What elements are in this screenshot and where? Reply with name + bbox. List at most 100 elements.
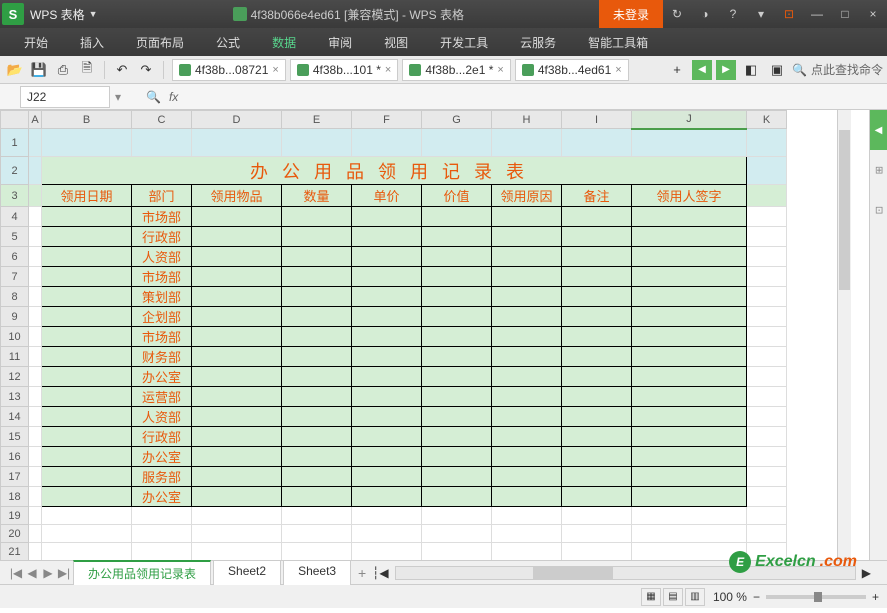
cell[interactable] [42, 267, 132, 287]
col-header[interactable]: K [747, 111, 787, 129]
cell[interactable] [422, 367, 492, 387]
hscroll-split-icon[interactable]: ┆ [372, 566, 379, 580]
app-dropdown-icon[interactable]: ▼ [89, 9, 98, 19]
cell[interactable]: 备注 [562, 185, 632, 207]
cell[interactable] [42, 407, 132, 427]
cell[interactable] [352, 227, 422, 247]
cell[interactable] [747, 267, 787, 287]
cell[interactable] [192, 543, 282, 561]
cell[interactable] [492, 287, 562, 307]
cell[interactable] [42, 467, 132, 487]
cell[interactable] [192, 307, 282, 327]
cell[interactable] [632, 267, 747, 287]
cell[interactable]: 领用物品 [192, 185, 282, 207]
row-header[interactable]: 11 [1, 347, 29, 367]
view-page-icon[interactable]: ▤ [663, 588, 683, 606]
zoom-slider[interactable] [766, 595, 866, 599]
col-header[interactable]: F [352, 111, 422, 129]
cell[interactable] [422, 307, 492, 327]
cell[interactable] [492, 129, 562, 157]
cell[interactable] [29, 307, 42, 327]
cell[interactable] [352, 467, 422, 487]
cell[interactable] [29, 525, 42, 543]
cell[interactable] [492, 543, 562, 561]
cell[interactable]: 运营部 [132, 387, 192, 407]
cell[interactable] [192, 407, 282, 427]
cell[interactable] [632, 447, 747, 467]
cell[interactable] [42, 129, 132, 157]
view-break-icon[interactable]: ▥ [685, 588, 705, 606]
cell[interactable] [632, 129, 747, 157]
name-box-dropdown-icon[interactable]: ▾ [110, 90, 126, 104]
cell[interactable]: 人资部 [132, 407, 192, 427]
cell[interactable]: 部门 [132, 185, 192, 207]
select-all-corner[interactable] [1, 111, 29, 129]
cell[interactable] [562, 487, 632, 507]
cell[interactable] [562, 407, 632, 427]
cell[interactable]: 市场部 [132, 207, 192, 227]
sheet-last-icon[interactable]: ▶| [56, 566, 72, 580]
cell[interactable] [352, 387, 422, 407]
cell[interactable] [562, 427, 632, 447]
sheet-first-icon[interactable]: |◀ [8, 566, 24, 580]
fx-label[interactable]: fx [169, 90, 178, 104]
cell[interactable] [632, 367, 747, 387]
side-tool-2-icon[interactable]: ⊡ [870, 190, 887, 230]
row-header[interactable]: 17 [1, 467, 29, 487]
cell[interactable] [422, 267, 492, 287]
cell[interactable] [747, 185, 787, 207]
cell[interactable] [42, 307, 132, 327]
open-icon[interactable]: 📂 [4, 59, 26, 81]
ribbon-toggle-icon[interactable]: ▾ [747, 0, 775, 28]
cell[interactable]: 单价 [352, 185, 422, 207]
cell[interactable] [422, 507, 492, 525]
close-tab-icon[interactable]: ▣ [766, 59, 788, 81]
cell[interactable] [632, 347, 747, 367]
name-box[interactable]: J22 [20, 86, 110, 108]
cell[interactable] [192, 507, 282, 525]
cell[interactable] [42, 525, 132, 543]
cell[interactable] [632, 207, 747, 227]
cell[interactable] [747, 487, 787, 507]
cell[interactable] [492, 347, 562, 367]
cell[interactable] [747, 287, 787, 307]
cell[interactable] [747, 327, 787, 347]
cell[interactable] [352, 447, 422, 467]
menu-页面布局[interactable]: 页面布局 [120, 28, 200, 56]
cell[interactable] [42, 287, 132, 307]
cell[interactable] [352, 507, 422, 525]
cell[interactable] [29, 247, 42, 267]
col-header[interactable]: C [132, 111, 192, 129]
cell[interactable] [352, 525, 422, 543]
cell[interactable] [192, 227, 282, 247]
cell[interactable] [492, 367, 562, 387]
row-header[interactable]: 10 [1, 327, 29, 347]
print-icon[interactable]: ⎙ [52, 59, 74, 81]
sheet-tab[interactable]: 办公用品领用记录表 [73, 560, 211, 585]
cell[interactable] [282, 487, 352, 507]
cell[interactable] [747, 157, 787, 185]
menu-开发工具[interactable]: 开发工具 [424, 28, 504, 56]
row-header[interactable]: 3 [1, 185, 29, 207]
col-header[interactable]: D [192, 111, 282, 129]
cell[interactable] [632, 525, 747, 543]
cell[interactable] [562, 507, 632, 525]
cell[interactable] [422, 447, 492, 467]
zoom-out-icon[interactable]: − [753, 590, 760, 604]
row-header[interactable]: 7 [1, 267, 29, 287]
cell[interactable] [562, 467, 632, 487]
row-header[interactable]: 5 [1, 227, 29, 247]
doc-tab-close-icon[interactable]: × [497, 64, 503, 76]
cell[interactable]: 办公室 [132, 487, 192, 507]
cell[interactable] [29, 407, 42, 427]
cell[interactable] [192, 427, 282, 447]
cell[interactable] [42, 227, 132, 247]
cell[interactable] [192, 447, 282, 467]
cell[interactable] [747, 525, 787, 543]
save-icon[interactable]: 💾 [28, 59, 50, 81]
row-header[interactable]: 1 [1, 129, 29, 157]
zoom-in-icon[interactable]: + [872, 590, 879, 604]
cell[interactable] [422, 129, 492, 157]
cell[interactable] [352, 427, 422, 447]
sheet-prev-icon[interactable]: ◀ [24, 566, 40, 580]
